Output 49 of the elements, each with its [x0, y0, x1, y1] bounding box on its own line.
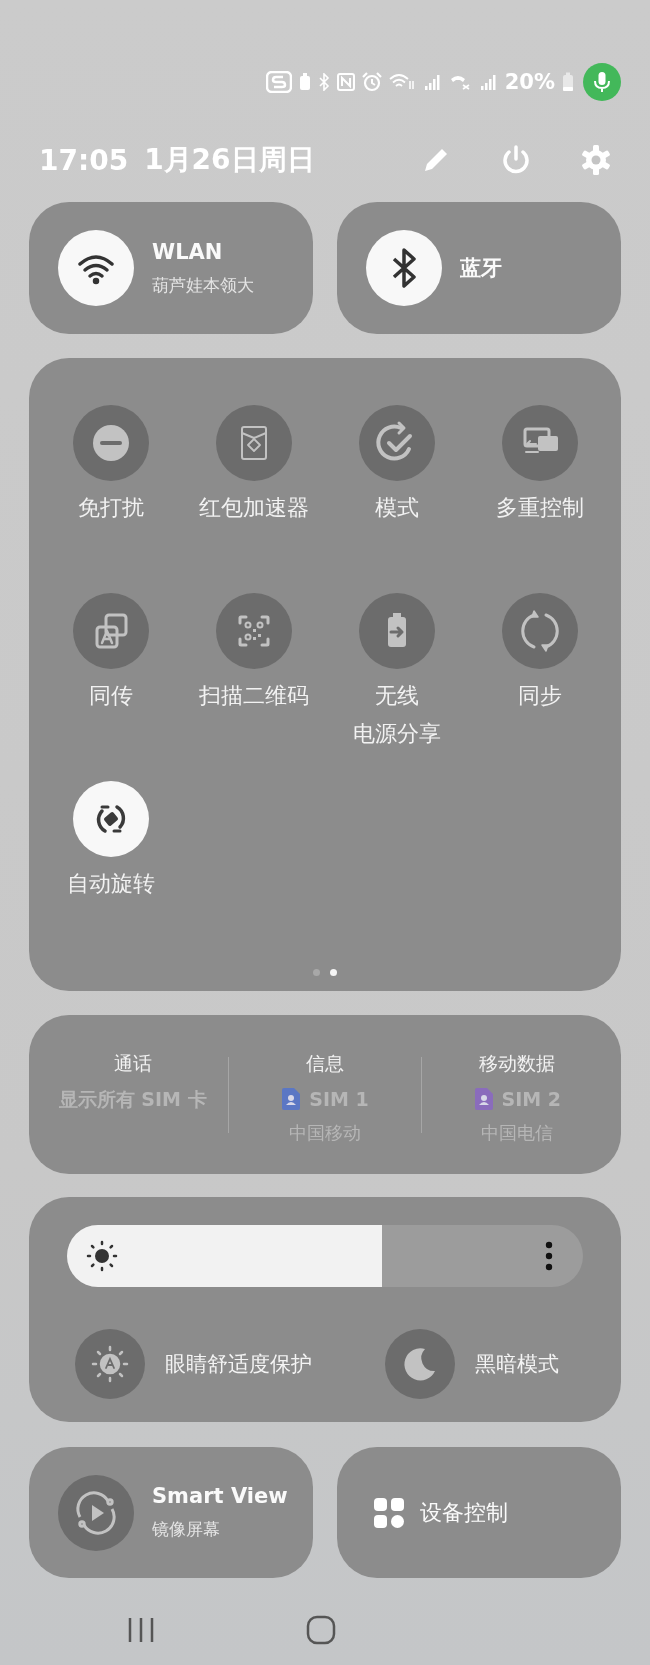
toggle-label: 免打扰 [77, 494, 144, 522]
toggle-label: 眼睛舒适度保护 [165, 1351, 312, 1378]
toggle-label: 同传 [88, 682, 133, 710]
tile-subtitle: 镜像屏幕 [152, 1518, 221, 1541]
alarm-icon [361, 72, 382, 92]
rotate-toggle-icon[interactable] [72, 781, 149, 857]
bluetooth-icon [317, 73, 330, 91]
bluetooth-tile[interactable]: 蓝牙 [337, 202, 621, 334]
modes-toggle-icon[interactable] [358, 405, 435, 481]
microphone-icon [583, 63, 621, 101]
toggle-label: 红包加速器 [198, 494, 309, 522]
toggle-label: 自动旋转 [66, 870, 155, 898]
eye-comfort-icon[interactable] [75, 1329, 145, 1399]
transfer-toggle-icon[interactable] [72, 593, 149, 669]
envelope-toggle-icon[interactable] [215, 405, 292, 481]
call-icon [448, 73, 471, 91]
brightness-icon [86, 1240, 118, 1272]
home-icon[interactable] [306, 1615, 336, 1645]
app-icon [265, 71, 292, 93]
dnd-toggle-icon[interactable] [72, 405, 149, 481]
toggle-label: 同步 [517, 682, 562, 710]
power-share-toggle-icon[interactable] [358, 593, 435, 669]
wifi-icon [388, 73, 415, 91]
recent-apps-icon[interactable] [126, 1617, 156, 1643]
tile-title: Smart View [152, 1484, 288, 1508]
toggle-label: 模式 [374, 494, 419, 522]
sync-toggle-icon[interactable] [501, 593, 578, 669]
gear-icon [579, 143, 613, 177]
cast-play-icon [58, 1474, 134, 1551]
battery-saver-icon [298, 73, 311, 91]
battery-icon [562, 72, 574, 92]
toggle-label: 多重控制 [495, 494, 584, 522]
multi-control-toggle-icon[interactable] [501, 405, 578, 481]
tile-title: 设备控制 [420, 1498, 508, 1527]
tile-subtitle: 葫芦娃本领大 [152, 273, 254, 297]
moon-icon[interactable] [385, 1329, 455, 1399]
toggle-label: 无线 [374, 682, 419, 710]
wifi-tile[interactable]: WLAN 葫芦娃本领大 [29, 202, 313, 334]
tile-title: 蓝牙 [460, 255, 502, 282]
toggle-label: 电源分享 [352, 720, 441, 748]
nfc-icon [336, 73, 355, 91]
qr-scan-toggle-icon[interactable] [215, 593, 292, 669]
smart-view-tile[interactable]: Smart View 镜像屏幕 [29, 1447, 313, 1578]
toggle-label: 黑暗模式 [475, 1351, 559, 1378]
toggle-label: 扫描二维码 [198, 682, 309, 710]
device-control-tile[interactable]: 设备控制 [337, 1447, 621, 1578]
more-options-icon[interactable] [545, 1241, 553, 1271]
tile-title: WLAN [152, 239, 224, 264]
grid-icon [374, 1497, 404, 1528]
